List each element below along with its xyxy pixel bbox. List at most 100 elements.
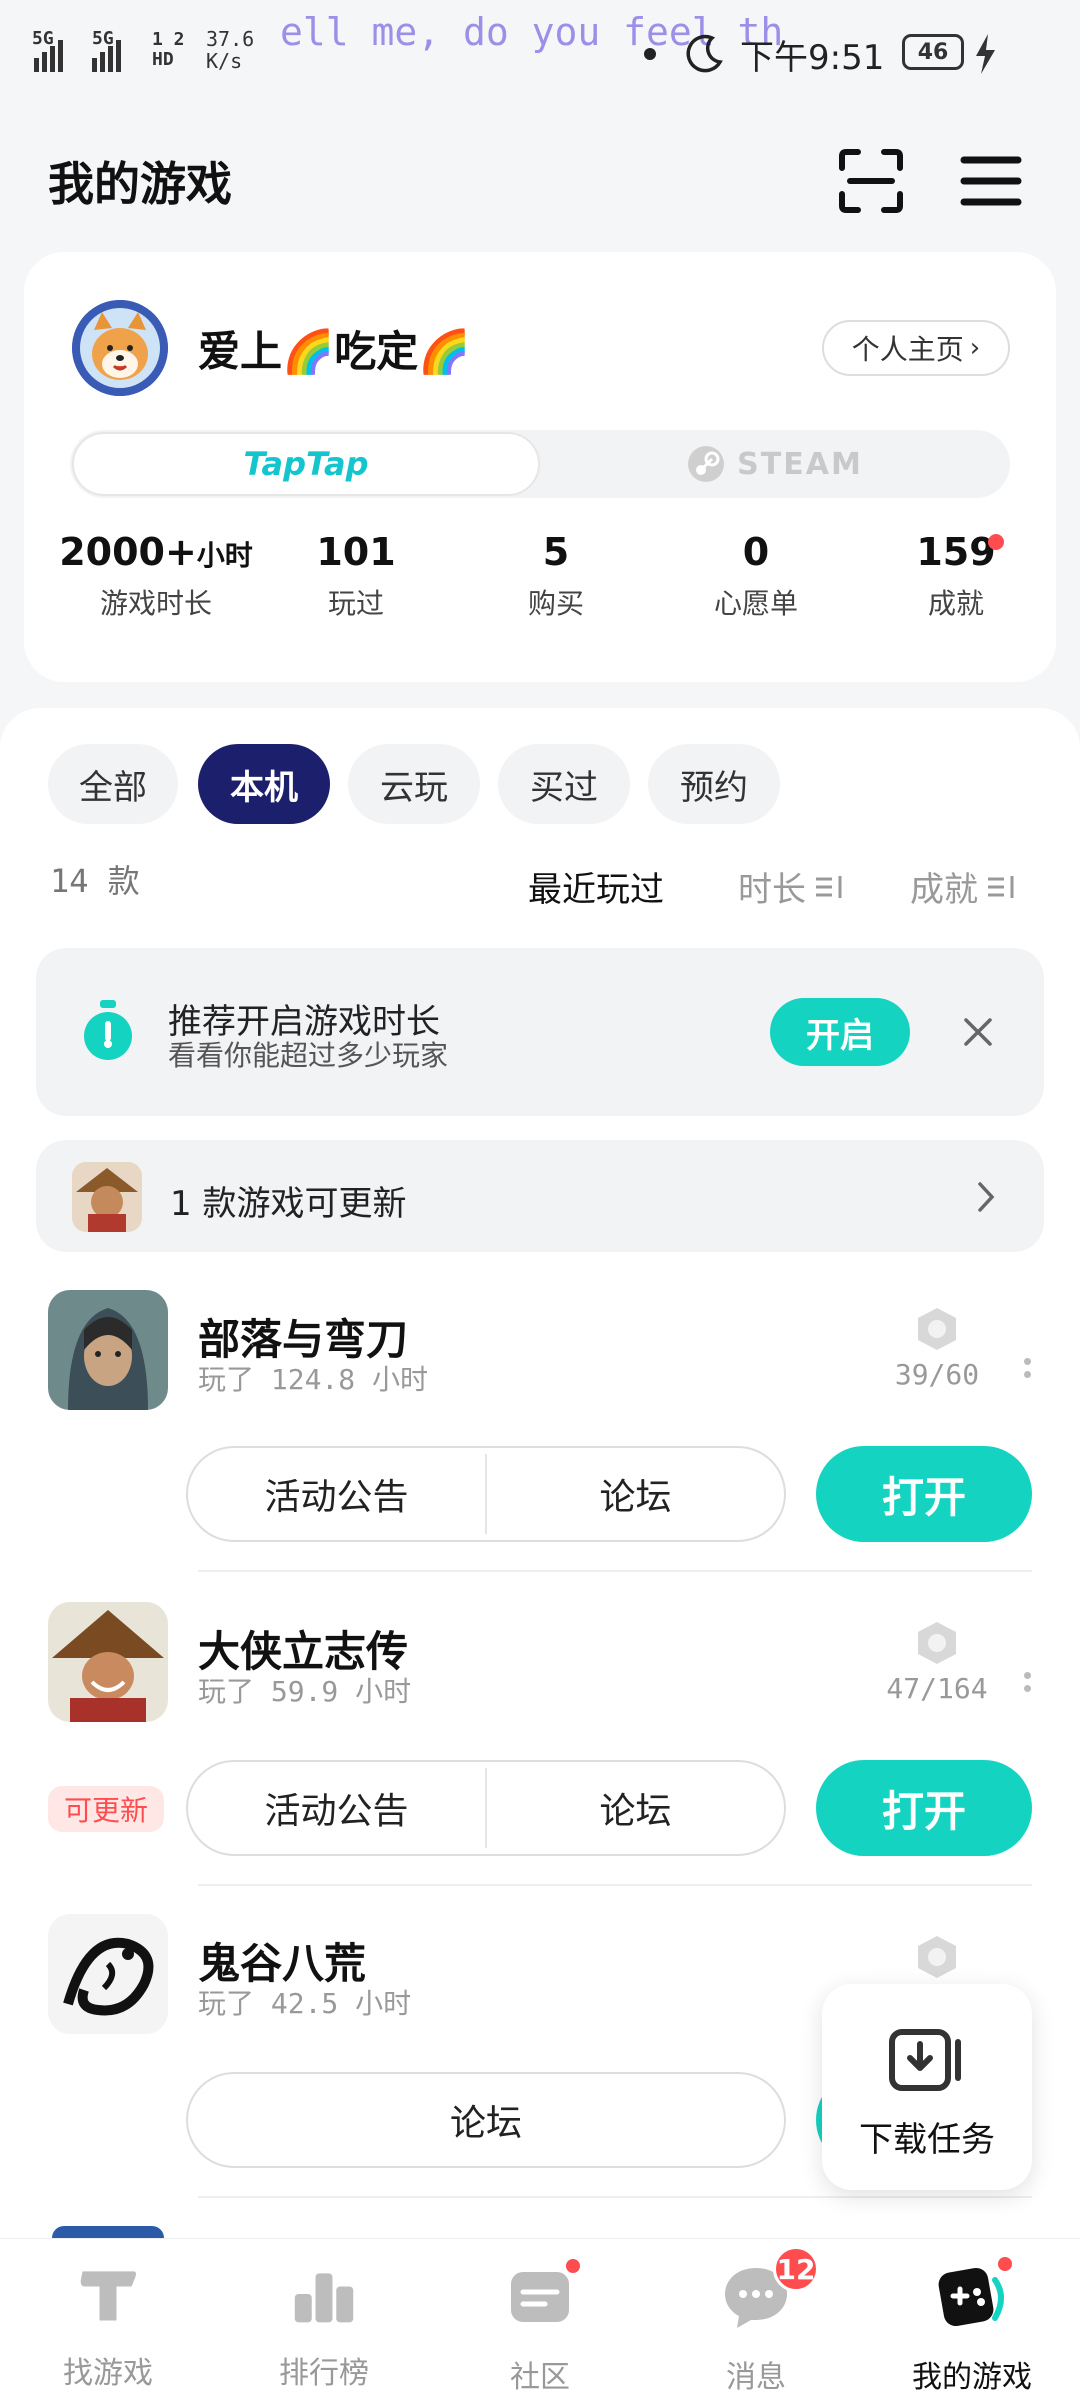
avatar[interactable] (72, 300, 168, 396)
filter-reserved[interactable]: 预约 (648, 744, 780, 824)
divider (198, 2196, 1032, 2198)
username: 爱上🌈吃定🌈 (198, 327, 471, 376)
stat-label: 游戏时长 (99, 587, 212, 620)
update-available-badge: 可更新 (48, 1786, 164, 1832)
game-action-group: 论坛 (186, 2072, 786, 2168)
stat-wishlist[interactable]: 0 心愿单 (656, 530, 856, 622)
nav-ranking[interactable]: 排行榜 (216, 2262, 432, 2392)
scan-icon[interactable] (836, 146, 906, 216)
game-playtime: 玩了 59.9 小时 (198, 1675, 412, 1708)
forum-button[interactable]: 论坛 (188, 2094, 784, 2146)
game-icon[interactable] (48, 1602, 168, 1722)
stat-value: 0 (742, 530, 770, 574)
dot-indicator (644, 48, 656, 60)
moon-icon (686, 34, 723, 73)
stat-label: 玩过 (327, 587, 384, 620)
message-count-badge: 12 (773, 2246, 819, 2292)
game-action-group: 活动公告 论坛 (186, 1760, 786, 1856)
my-games-icon (938, 2267, 1004, 2327)
open-game-button[interactable]: 打开 (816, 1446, 1032, 1542)
find-games-icon (80, 2271, 136, 2321)
stat-label: 成就 (927, 587, 984, 620)
sort-duration[interactable]: 时长 (738, 862, 844, 911)
update-banner-text: 1 款游戏可更新 (170, 1184, 407, 1224)
enable-playtime-button[interactable]: 开启 (770, 998, 910, 1066)
nav-label: 社区 (510, 2360, 570, 2395)
update-game-thumbnail (72, 1162, 142, 1232)
charging-icon (976, 34, 995, 74)
taptap-logo: TapTap (243, 445, 369, 483)
game-action-group: 活动公告 论坛 (186, 1446, 786, 1542)
nav-find-games[interactable]: 找游戏 (0, 2262, 216, 2392)
tab-steam[interactable]: STEAM (540, 432, 1010, 496)
open-game-button[interactable]: 打开 (816, 1760, 1032, 1856)
profile-home-label: 个人主页 (851, 333, 964, 366)
divider (198, 1570, 1032, 1572)
filter-bought[interactable]: 买过 (498, 744, 630, 824)
my-games-notification-dot (995, 2254, 1015, 2274)
shiba-avatar-image (72, 300, 168, 396)
community-notification-dot (563, 2256, 583, 2276)
sort-recent-label: 最近玩过 (528, 870, 664, 910)
achievement-icon (918, 1308, 956, 1350)
net-speed: 37.6 K/s (206, 27, 255, 73)
nav-label: 消息 (726, 2360, 786, 2395)
more-options-icon[interactable] (1024, 1666, 1032, 1698)
next-game-icon-partial (52, 2226, 164, 2238)
nav-messages[interactable]: 12 消息 (648, 2246, 864, 2395)
nav-label: 我的游戏 (912, 2360, 1032, 2395)
game-icon[interactable] (48, 1914, 168, 2034)
download-tasks-label: 下载任务 (859, 2120, 995, 2160)
stat-value: 159 (916, 530, 996, 574)
signal-2-label: 5G (92, 28, 114, 49)
more-options-icon[interactable] (1024, 1352, 1032, 1384)
battery-icon: 46 (902, 34, 964, 70)
ranking-icon (294, 2273, 354, 2323)
close-icon[interactable] (962, 1016, 994, 1048)
achievement-notification-dot (988, 534, 1004, 550)
stat-unit: 小时 (196, 539, 253, 572)
stat-playtime[interactable]: 2000+小时 游戏时长 (56, 530, 256, 622)
game-icon[interactable] (48, 1290, 168, 1410)
sort-recent[interactable]: 最近玩过 (528, 862, 664, 911)
stat-achievements[interactable]: 159 成就 (856, 530, 1056, 622)
steam-label: STEAM (737, 446, 863, 482)
achievement-icon (918, 1622, 956, 1664)
stat-value: 101 (316, 530, 396, 574)
stopwatch-icon (84, 1000, 132, 1060)
clock: 下午9:51 (740, 38, 885, 78)
tip-subtitle: 看看你能超过多少玩家 (168, 1039, 449, 1072)
game-count: 14 款 (50, 862, 140, 900)
battery-level: 46 (917, 39, 949, 65)
game-playtime: 玩了 124.8 小时 (198, 1363, 429, 1396)
hd-label: 1 2 HD (152, 29, 185, 70)
stat-value: 5 (542, 530, 570, 574)
sort-order-icon (988, 875, 1014, 898)
announcement-button[interactable]: 活动公告 (188, 1468, 485, 1520)
sort-order-icon (816, 875, 842, 898)
stat-played[interactable]: 101 玩过 (256, 530, 456, 622)
sort-duration-label: 时长 (738, 870, 806, 910)
forum-button[interactable]: 论坛 (487, 1782, 784, 1834)
nav-community[interactable]: 社区 (432, 2256, 648, 2395)
download-icon (889, 2029, 961, 2091)
filter-local[interactable]: 本机 (198, 744, 330, 824)
achievement-icon (918, 1936, 956, 1978)
stat-purchased[interactable]: 5 购买 (456, 530, 656, 622)
signal-1-label: 5G (32, 28, 54, 49)
stat-value: 2000+ (59, 530, 197, 574)
filter-cloud[interactable]: 云玩 (348, 744, 480, 824)
stat-label: 心愿单 (713, 587, 798, 620)
nav-label: 找游戏 (63, 2356, 153, 2391)
filter-all[interactable]: 全部 (48, 744, 178, 824)
sort-achievement[interactable]: 成就 (910, 862, 1016, 911)
forum-button[interactable]: 论坛 (487, 1468, 784, 1520)
announcement-button[interactable]: 活动公告 (188, 1782, 485, 1834)
chevron-right-icon: › (969, 333, 981, 363)
tab-taptap[interactable]: TapTap (72, 432, 540, 496)
profile-home-button[interactable]: 个人主页 › (822, 320, 1010, 376)
stat-label: 购买 (527, 587, 584, 620)
status-bar: 5G 5G 1 2 HD 37.6 K/s ell me, do you fee… (0, 0, 1080, 110)
nav-my-games[interactable]: 我的游戏 (864, 2254, 1080, 2395)
menu-icon[interactable] (956, 146, 1026, 216)
